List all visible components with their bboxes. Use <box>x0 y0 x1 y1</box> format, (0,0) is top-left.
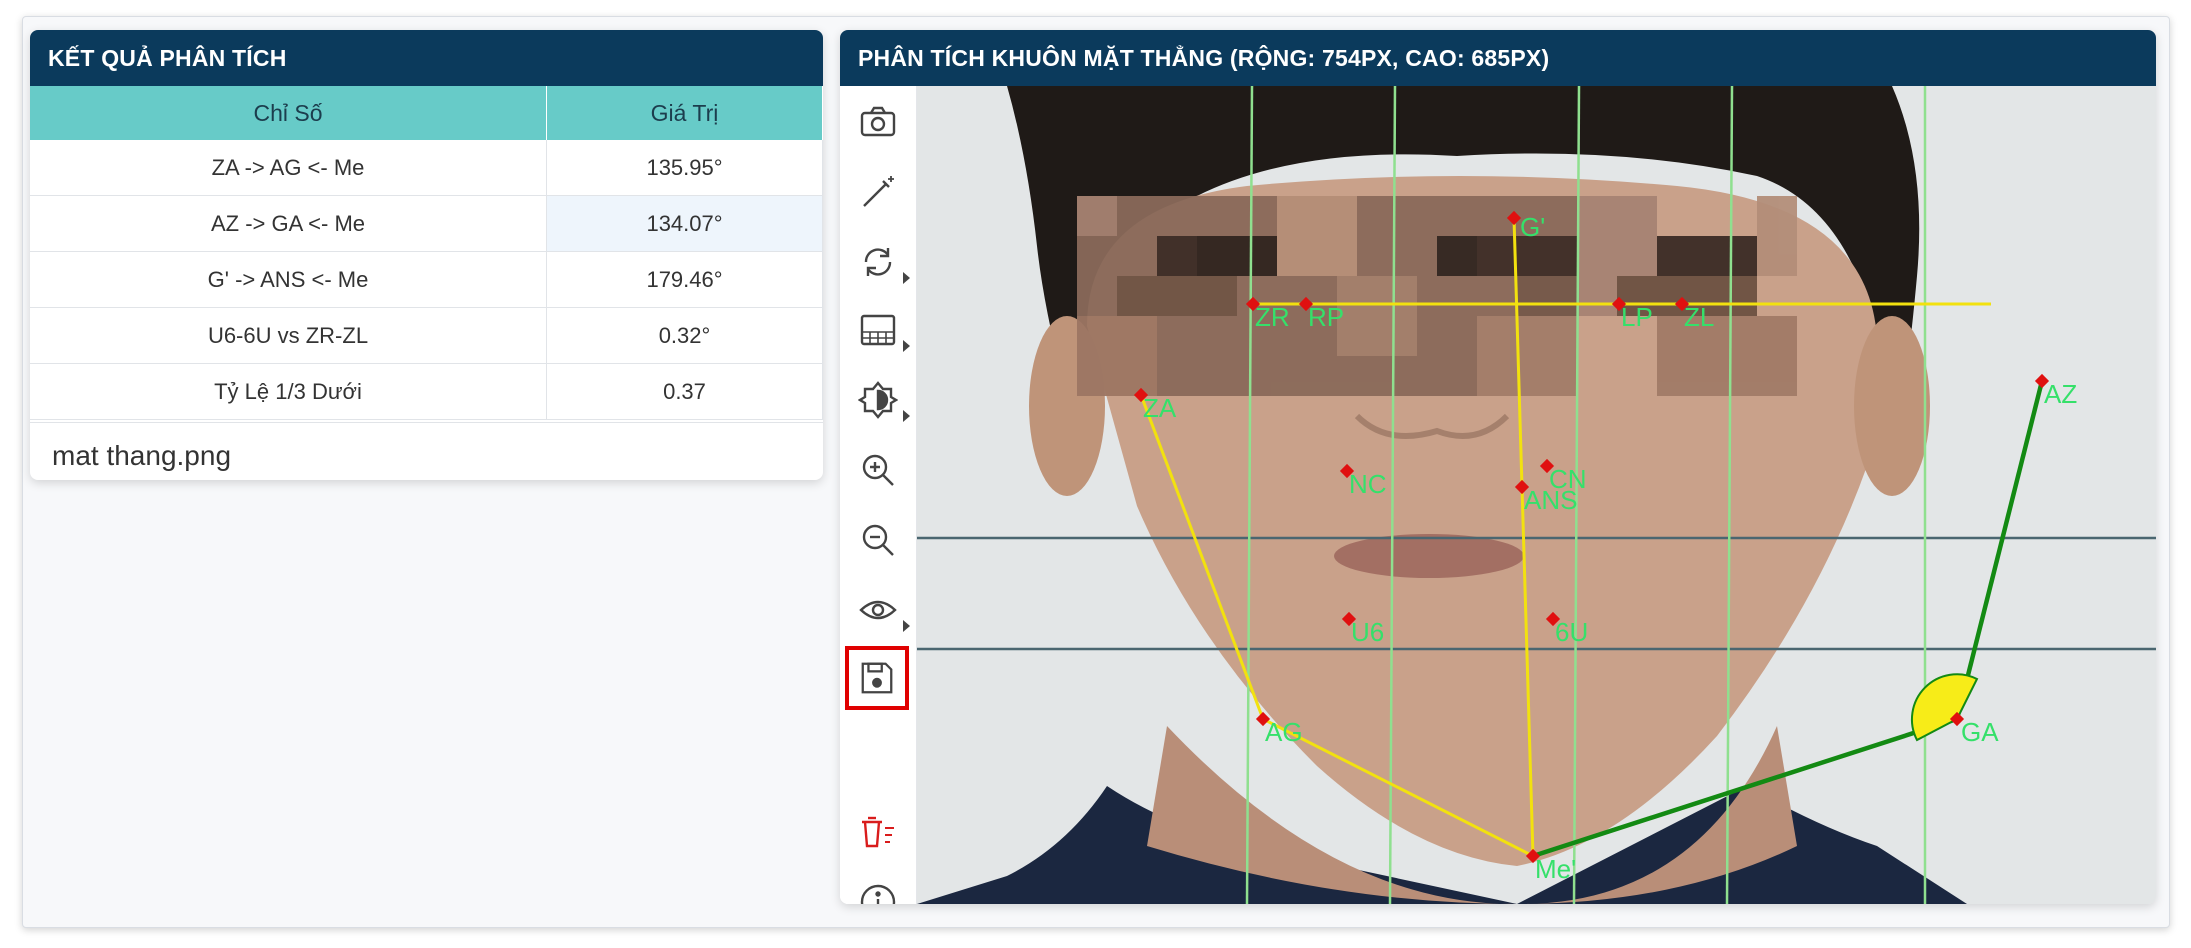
analysis-panel-title: PHÂN TÍCH KHUÔN MẶT THẲNG (RỘNG: 754PX, … <box>840 30 2156 86</box>
cell-index: AZ -> GA <- Me <box>30 195 547 252</box>
rotate-icon <box>864 248 892 276</box>
tool-sidebar <box>840 86 917 904</box>
camera-icon <box>860 106 896 137</box>
grid-overlay-button[interactable] <box>850 302 910 358</box>
contrast-icon <box>858 381 898 419</box>
landmark-label: AG <box>1265 717 1303 747</box>
landmark-label: ANS <box>1524 485 1577 515</box>
visibility-button[interactable] <box>850 582 910 638</box>
cell-index: ZA -> AG <- Me <box>30 140 547 196</box>
table-row[interactable]: ZA -> AG <- Me 135.95° <box>30 140 823 196</box>
landmark-label: G' <box>1520 212 1545 242</box>
table-row[interactable]: G' -> ANS <- Me 179.46° <box>30 251 823 308</box>
landmark-label: RP <box>1308 302 1344 332</box>
landmark-ans[interactable]: ANS <box>1514 479 1578 515</box>
save-icon <box>861 662 893 694</box>
rotate-button[interactable] <box>850 234 910 290</box>
cell-value: 135.95° <box>546 140 823 196</box>
cell-value: 0.37 <box>546 363 823 420</box>
submenu-caret <box>903 340 910 352</box>
info-button[interactable] <box>850 874 906 904</box>
landmark-label: NC <box>1349 469 1387 499</box>
zoom-out-icon <box>862 524 894 556</box>
table-header-row: Chỉ Số Giá Trị <box>30 86 823 140</box>
results-table: Chỉ Số Giá Trị ZA -> AG <- Me 135.95° AZ… <box>30 86 823 420</box>
table-row[interactable]: Tỷ Lệ 1/3 Dưới 0.37 <box>30 363 823 420</box>
landmark-label: U6 <box>1351 617 1384 647</box>
landmark-label: Me' <box>1535 854 1576 884</box>
zoom-in-icon <box>862 454 894 486</box>
mouth-shape <box>1334 534 1524 578</box>
results-panel-title: KẾT QUẢ PHÂN TÍCH <box>30 30 823 86</box>
submenu-caret <box>903 410 910 422</box>
eye-icon <box>859 600 897 620</box>
zoom-out-button[interactable] <box>850 512 906 568</box>
clear-points-button[interactable] <box>850 804 906 860</box>
contrast-button[interactable] <box>850 372 910 428</box>
landmark-label: LP <box>1621 302 1653 332</box>
cell-value: 179.46° <box>546 251 823 308</box>
landmark-label: ZL <box>1684 302 1714 332</box>
landmark-label: 6U <box>1555 617 1588 647</box>
landmark-label: ZA <box>1143 393 1177 423</box>
camera-button[interactable] <box>850 94 906 150</box>
submenu-caret <box>903 272 910 284</box>
cell-index: G' -> ANS <- Me <box>30 251 547 308</box>
save-button[interactable] <box>845 646 909 710</box>
analysis-canvas[interactable]: G' ZR RP LP ZL ZA AZ NC CN ANS U6 6U AG GA Me' <box>917 86 2156 904</box>
cell-value: 134.07° <box>546 195 823 252</box>
table-row[interactable]: U6-6U vs ZR-ZL 0.32° <box>30 307 823 364</box>
grid-overlay-icon <box>860 314 896 346</box>
submenu-caret <box>903 620 910 632</box>
landmark-label: GA <box>1961 717 1999 747</box>
clear-points-icon <box>862 816 894 848</box>
table-row[interactable]: AZ -> GA <- Me 134.07° <box>30 195 823 252</box>
cell-index: U6-6U vs ZR-ZL <box>30 307 547 364</box>
cell-index: Tỷ Lệ 1/3 Dưới <box>30 363 547 420</box>
image-filename: mat thang.png <box>30 422 823 480</box>
face-analysis-svg[interactable]: G'ZR RP LP ZLZA AZNC CNANSU6 6UAG GAMe' <box>917 86 2156 904</box>
column-header-index[interactable]: Chỉ Số <box>30 86 547 140</box>
auto-detect-button[interactable] <box>850 164 906 220</box>
right-ear <box>1854 316 1930 496</box>
column-header-value[interactable]: Giá Trị <box>546 86 823 140</box>
landmark-label: ZR <box>1255 302 1290 332</box>
zoom-in-button[interactable] <box>850 442 906 498</box>
analysis-panel: PHÂN TÍCH KHUÔN MẶT THẲNG (RỘNG: 754PX, … <box>840 30 2156 904</box>
landmark-label: AZ <box>2044 379 2077 409</box>
cell-value: 0.32° <box>546 307 823 364</box>
info-icon <box>860 884 896 904</box>
magic-wand-icon <box>863 176 894 207</box>
results-panel: KẾT QUẢ PHÂN TÍCH Chỉ Số Giá Trị ZA -> A… <box>30 30 823 480</box>
